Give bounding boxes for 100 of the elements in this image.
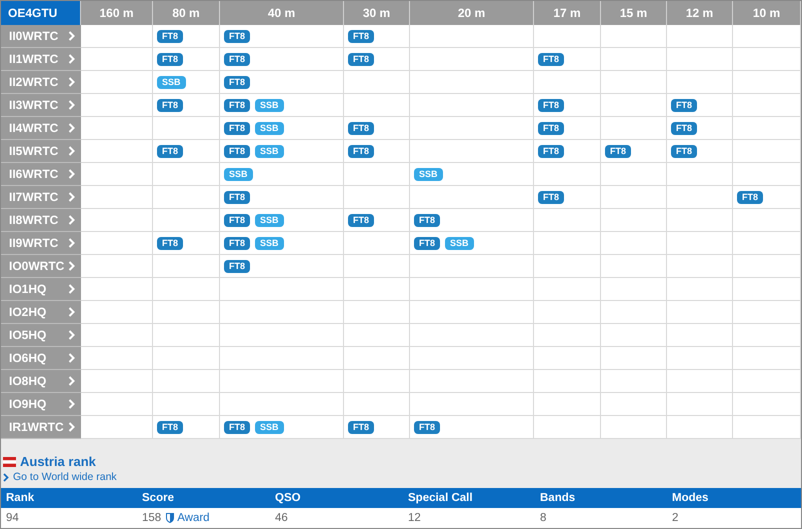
table-cell [667, 25, 733, 48]
mode-badge: FT8 [224, 52, 250, 66]
table-cell [667, 347, 733, 370]
callsign-button[interactable]: IR1WRTC [1, 416, 81, 439]
mode-badge: FT8 [605, 144, 632, 158]
callsign-button[interactable]: II3WRTC [1, 94, 81, 117]
column-header: Modes [672, 492, 708, 504]
mode-badge: FT8 [414, 214, 440, 226]
table-cell [81, 163, 153, 186]
column-header: Special Call [408, 492, 473, 504]
table-cell [534, 324, 601, 347]
table-cell [601, 209, 667, 232]
table-cell [733, 232, 801, 255]
chevron-icon [68, 261, 75, 271]
callsign-button[interactable]: II2WRTC [1, 71, 81, 94]
world-rank-link[interactable]: Go to World wide rank [3, 471, 801, 483]
chevron-icon [68, 353, 75, 363]
table-cell [733, 278, 801, 301]
table-cell [81, 347, 153, 370]
callsign-button[interactable]: II8WRTC [1, 209, 81, 232]
band-header: 30 m [344, 1, 410, 25]
callsign-button[interactable]: IO5HQ [1, 324, 81, 347]
chevron-icon [68, 31, 75, 41]
mode-badge: FT8 [157, 420, 184, 434]
band-header: 10 m [733, 1, 801, 25]
table-cell [344, 278, 410, 301]
table-cell: 158 [142, 512, 162, 524]
callsign-button[interactable]: IO1HQ [1, 278, 81, 301]
mode-badge: FT8 [414, 420, 440, 434]
table-cell [81, 255, 153, 278]
band-header: 40 m [220, 1, 344, 25]
band-header: 80 m [153, 1, 220, 25]
mode-badge: FT8 [538, 190, 564, 204]
table-cell [667, 393, 733, 416]
table-cell [534, 278, 601, 301]
table-cell [601, 301, 667, 324]
mode-badge: FT8 [157, 52, 184, 66]
table-cell: 12 [408, 512, 421, 524]
column-header: Bands [540, 492, 576, 504]
callsign-button[interactable]: II9WRTC [1, 232, 81, 255]
table-cell [344, 324, 410, 347]
table-cell [667, 370, 733, 393]
mode-badge: FT8 [224, 76, 250, 88]
table-cell [601, 25, 667, 48]
mode-badge: SSB [445, 236, 474, 250]
table-cell [667, 232, 733, 255]
band-header: 12 m [667, 1, 733, 25]
callsign-button[interactable]: II6WRTC [1, 163, 81, 186]
column-header: Rank [6, 492, 34, 504]
table-cell [601, 71, 667, 94]
mode-badge: SSB [255, 98, 284, 112]
table-cell [81, 209, 153, 232]
table-cell [534, 347, 601, 370]
mode-badge: FT8 [348, 30, 374, 42]
flag-icon [3, 456, 16, 466]
table-cell [601, 255, 667, 278]
band-header: 160 m [81, 1, 153, 25]
chevron-icon [68, 376, 75, 386]
mode-badge: FT8 [157, 144, 184, 158]
table-cell [667, 48, 733, 71]
table-cell [667, 278, 733, 301]
table-cell [81, 370, 153, 393]
table-cell [153, 370, 220, 393]
callsign-button[interactable]: IO0WRTC [1, 255, 81, 278]
callsign-button[interactable]: II5WRTC [1, 140, 81, 163]
table-cell [344, 301, 410, 324]
callsign-button[interactable]: IO6HQ [1, 347, 81, 370]
award-link[interactable]: Award [166, 512, 210, 524]
chevron-icon [68, 123, 75, 133]
table-cell [667, 209, 733, 232]
table-cell [733, 255, 801, 278]
table-cell [81, 393, 153, 416]
mode-badge: FT8 [224, 214, 250, 226]
shield-icon [166, 512, 174, 522]
table-cell [601, 370, 667, 393]
chevron-icon [68, 100, 75, 110]
table-cell: 8 [540, 512, 546, 524]
table-cell [81, 324, 153, 347]
callsign-button[interactable]: IO8HQ [1, 370, 81, 393]
mode-badge: FT8 [224, 98, 250, 112]
mode-badge: FT8 [157, 98, 184, 112]
mode-badge: FT8 [671, 144, 698, 158]
table-cell [667, 301, 733, 324]
callsign-button[interactable]: II4WRTC [1, 117, 81, 140]
callsign-button[interactable]: IO9HQ [1, 393, 81, 416]
callsign-button[interactable]: IO2HQ [1, 301, 81, 324]
mode-badge: SSB [224, 168, 253, 180]
section-title: Austria rank [20, 454, 96, 469]
mode-badge: FT8 [538, 98, 564, 112]
callsign-button[interactable]: II0WRTC [1, 25, 81, 48]
mode-badge: FT8 [538, 144, 564, 158]
table-cell [733, 301, 801, 324]
callsign-button[interactable]: II7WRTC [1, 186, 81, 209]
mode-badge: FT8 [348, 420, 374, 434]
chevron-icon [68, 238, 75, 248]
table-cell [733, 347, 801, 370]
callsign-button[interactable]: II1WRTC [1, 48, 81, 71]
chevron-icon [68, 307, 75, 317]
table-cell [81, 301, 153, 324]
chevron-icon [68, 399, 75, 409]
